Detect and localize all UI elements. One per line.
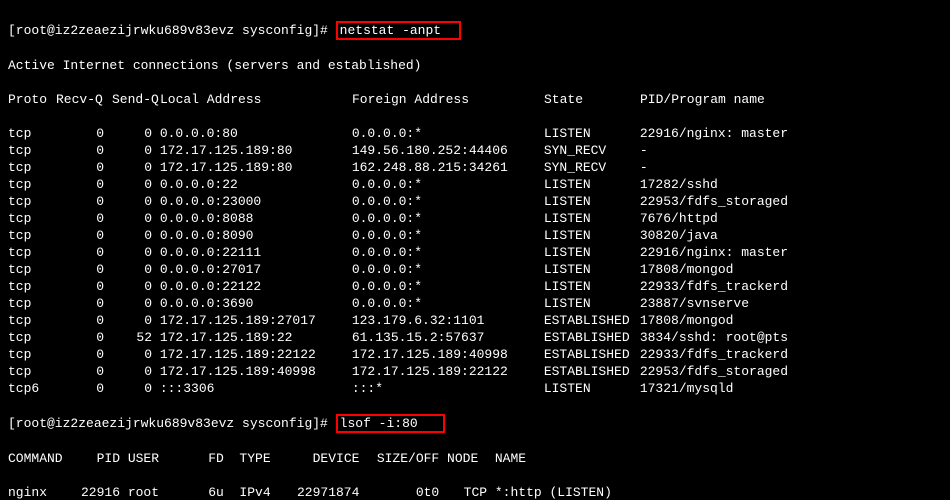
netstat-row: tcp00 0.0.0.0:230000.0.0.0:*LISTEN22953/… (8, 193, 942, 210)
netstat-row: tcp00 0.0.0.0:270170.0.0.0:*LISTEN17808/… (8, 261, 942, 278)
prompt-line-2: [root@iz2zeaezijrwku689v83evz sysconfig]… (8, 414, 942, 433)
highlight-cmd-netstat: netstat -anpt (336, 21, 461, 40)
lsof-header: COMMANDPID USERFD TYPEDEVICE SIZE/OFF NO… (8, 450, 942, 467)
netstat-header: ProtoRecv-QSend-QLocal AddressForeign Ad… (8, 91, 942, 108)
header-active: Active Internet connections (servers and… (8, 57, 942, 74)
prompt-line-1: [root@iz2zeaezijrwku689v83evz sysconfig]… (8, 21, 942, 40)
netstat-row: tcp00 172.17.125.189:40998172.17.125.189… (8, 363, 942, 380)
lsof-row: nginx22916 root6u IPv422971874 0t0 TCP *… (8, 484, 942, 500)
netstat-row: tcp00 0.0.0.0:80900.0.0.0:*LISTEN30820/j… (8, 227, 942, 244)
netstat-row: tcp00 172.17.125.189:27017123.179.6.32:1… (8, 312, 942, 329)
prompt-text: [root@iz2zeaezijrwku689v83evz sysconfig]… (8, 23, 328, 38)
netstat-row: tcp00 0.0.0.0:800.0.0.0:*LISTEN22916/ngi… (8, 125, 942, 142)
netstat-row: tcp00 172.17.125.189:80162.248.88.215:34… (8, 159, 942, 176)
netstat-row: tcp052 172.17.125.189:2261.135.15.2:5763… (8, 329, 942, 346)
terminal[interactable]: [root@iz2zeaezijrwku689v83evz sysconfig]… (0, 0, 950, 500)
netstat-row: tcp00 172.17.125.189:80149.56.180.252:44… (8, 142, 942, 159)
netstat-row: tcp00 172.17.125.189:22122172.17.125.189… (8, 346, 942, 363)
netstat-row: tcp00 0.0.0.0:221220.0.0.0:*LISTEN22933/… (8, 278, 942, 295)
highlight-cmd-lsof: lsof -i:80 (336, 414, 445, 433)
netstat-row: tcp00 0.0.0.0:220.0.0.0:*LISTEN17282/ssh… (8, 176, 942, 193)
netstat-row: tcp00 0.0.0.0:221110.0.0.0:*LISTEN22916/… (8, 244, 942, 261)
netstat-row: tcp00 0.0.0.0:80880.0.0.0:*LISTEN7676/ht… (8, 210, 942, 227)
netstat-row: tcp00 0.0.0.0:36900.0.0.0:*LISTEN23887/s… (8, 295, 942, 312)
netstat-row: tcp600 :::3306:::*LISTEN17321/mysqld (8, 380, 942, 397)
